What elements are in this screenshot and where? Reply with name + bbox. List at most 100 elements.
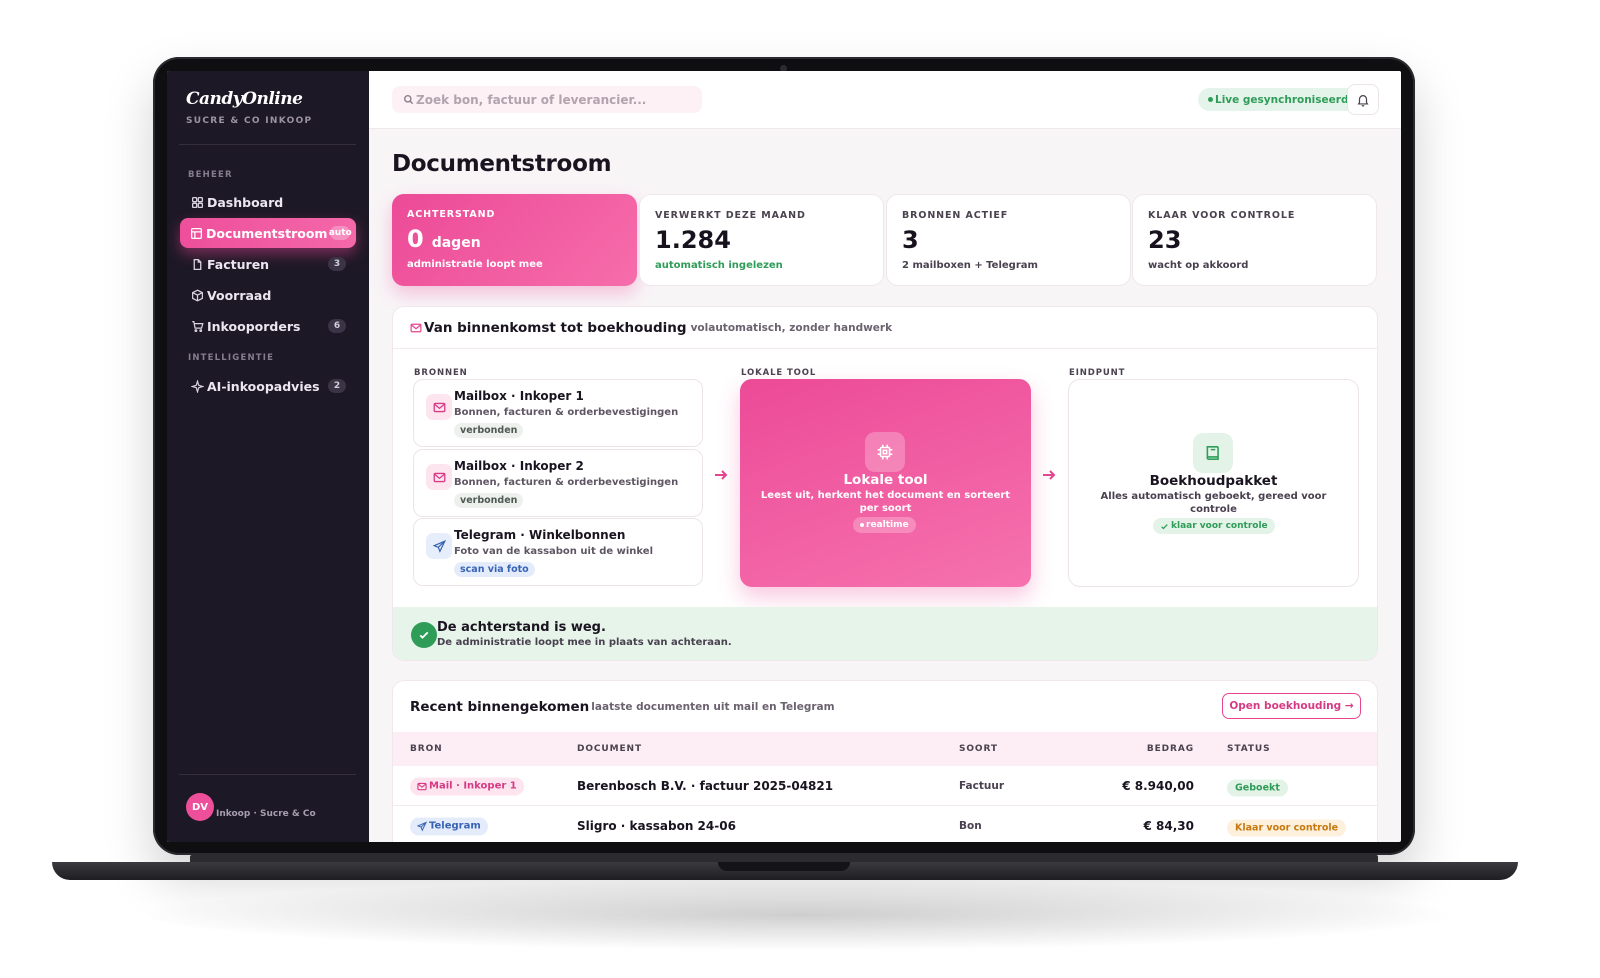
endpoint-status-tag: klaar voor controle [1153, 518, 1275, 534]
amount-cell: € 8.940,00 [1122, 778, 1194, 793]
file-icon [190, 257, 204, 271]
table-row[interactable]: Telegram Sligro · kassabon 24-06 Bon € 8… [393, 806, 1377, 842]
tool-desc: Leest uit, herkent het document en sorte… [760, 490, 1011, 514]
realtime-dot-icon [860, 523, 864, 527]
source-title: Mailbox · Inkoper 2 [454, 459, 584, 473]
sidebar-item-label: Inkooporders [207, 318, 301, 334]
brand-logo[interactable]: CandyOnline [186, 89, 303, 109]
source-cell: Telegram [410, 816, 488, 835]
document-cell: Berenbosch B.V. · factuur 2025-04821 [577, 778, 834, 793]
source-status-tag: scan via foto [454, 562, 535, 577]
success-subtitle: De administratie loopt mee in plaats van… [437, 637, 732, 648]
sidebar-item-label: Facturen [207, 256, 270, 272]
notifications-button[interactable] [1347, 84, 1379, 115]
sidebar-item-ai-inkoopadvies[interactable]: AI-inkoopadvies 2 [180, 371, 356, 401]
main-content: Zoek bon, factuur of leverancier... Live… [369, 71, 1401, 842]
column-header-bedrag[interactable]: BEDRAG [1064, 744, 1194, 754]
box-icon [190, 288, 204, 302]
status-cell: Geboekt [1227, 775, 1288, 796]
kpi-sub: administratie loopt mee [407, 259, 543, 270]
column-header-status[interactable]: STATUS [1227, 744, 1271, 754]
flow-subtitle: volautomatisch, zonder handwerk [690, 321, 893, 334]
column-header-document[interactable]: DOCUMENT [577, 744, 642, 754]
success-title: De achterstand is weg. [437, 620, 606, 635]
local-tool-card[interactable]: Lokale tool Leest uit, herkent het docum… [740, 379, 1031, 587]
kpi-unit: dagen [431, 235, 481, 251]
auto-badge: auto [328, 226, 352, 240]
sidebar-item-documentstroom[interactable]: Documentstroom auto [180, 218, 356, 248]
source-desc: Bonnen, facturen & orderbevestigingen [454, 477, 679, 488]
sidebar-item-inkooporders[interactable]: Inkooporders 6 [180, 311, 356, 341]
table-row[interactable]: Mail · Inkoper 1 Berenbosch B.V. · factu… [393, 766, 1377, 806]
sidebar-item-voorraad[interactable]: Voorraad [180, 280, 356, 310]
recent-documents-card: Recent binnengekomen laatste documenten … [392, 680, 1378, 842]
sidebar-divider [179, 774, 356, 775]
kpi-value: 0 dagen [407, 225, 637, 253]
endpoint-card[interactable]: Boekhoudpakket Alles automatisch geboekt… [1068, 379, 1359, 587]
dashboard-icon [190, 195, 204, 209]
laptop-shadow [150, 880, 1450, 950]
source-card-mailbox-2[interactable]: Mailbox · Inkoper 2 Bonnen, facturen & o… [413, 449, 703, 517]
recent-subtitle: laatste documenten uit mail en Telegram [591, 700, 835, 713]
arrow-right-icon [715, 470, 728, 480]
source-icon [426, 533, 452, 559]
layout-icon [190, 226, 203, 240]
kpi-label: BRONNEN ACTIEF [902, 210, 1009, 221]
sidebar-item-label: Voorraad [207, 287, 272, 303]
kpi-klaar-voor-controle: KLAAR VOOR CONTROLE 23 wacht op akkoord [1132, 194, 1377, 286]
column-header-bron[interactable]: BRON [410, 744, 443, 754]
col-label-lokale-tool: LOKALE TOOL [741, 368, 817, 378]
send-icon [417, 821, 427, 831]
kpi-label: VERWERKT DEZE MAAND [655, 210, 806, 221]
live-dot-icon [1208, 97, 1213, 102]
kpi-sub: automatisch ingelezen [655, 260, 783, 271]
realtime-label: realtime [866, 520, 909, 530]
type-cell: Factuur [959, 779, 1005, 792]
endpoint-title: Boekhoudpakket [1149, 473, 1278, 489]
kpi-label: KLAAR VOOR CONTROLE [1148, 210, 1296, 221]
source-card-mailbox-1[interactable]: Mailbox · Inkoper 1 Bonnen, facturen & o… [413, 379, 703, 447]
col-label-bronnen: BRONNEN [414, 368, 468, 378]
avatar: DV [186, 793, 214, 821]
kpi-value: 23 [1148, 226, 1182, 254]
mail-icon [417, 782, 427, 790]
kpi-value: 1.284 [655, 226, 731, 254]
source-chip-label: Telegram [429, 820, 481, 832]
mail-icon [433, 472, 445, 482]
chip-icon [877, 444, 893, 460]
kpi-verwerkt: VERWERKT DEZE MAAND 1.284 automatisch in… [639, 194, 884, 286]
status-badge: Geboekt [1227, 779, 1288, 796]
kpi-bronnen: BRONNEN ACTIEF 3 2 mailboxen + Telegram [886, 194, 1131, 286]
laptop-notch [718, 862, 850, 871]
open-boekhouding-button[interactable]: Open boekhouding → [1222, 693, 1361, 719]
col-label-eindpunt: EINDPUNT [1069, 368, 1126, 378]
realtime-tag: realtime [853, 517, 916, 533]
stage: CandyOnline SUCRE & CO INKOOP BEHEER Das… [0, 0, 1600, 978]
sparkle-icon [190, 379, 204, 393]
check-circle-icon [411, 622, 437, 648]
arrow-right-icon [1043, 470, 1056, 480]
recent-title: Recent binnengekomen [410, 698, 590, 715]
sidebar-item-facturen[interactable]: Facturen 3 [180, 249, 356, 279]
sidebar-section-intelligentie: INTELLIGENTIE [188, 353, 275, 363]
sidebar-item-dashboard[interactable]: Dashboard [180, 187, 356, 217]
kpi-sub: wacht op akkoord [1148, 260, 1249, 271]
topbar: Zoek bon, factuur of leverancier... Live… [369, 71, 1401, 129]
tool-icon-box [865, 432, 905, 472]
book-icon [1206, 446, 1219, 460]
column-header-soort[interactable]: SOORT [959, 744, 998, 754]
source-card-telegram[interactable]: Telegram · Winkelbonnen Foto van de kass… [413, 518, 703, 586]
user-profile[interactable]: DV Inkoop · Sucre & Co [186, 793, 316, 821]
send-icon [432, 539, 446, 553]
sidebar-item-label: AI-inkoopadvies [207, 378, 320, 394]
flow-card: Van binnenkomst tot boekhouding volautom… [392, 306, 1378, 661]
search-input[interactable]: Zoek bon, factuur of leverancier... [392, 86, 702, 113]
status-cell: Klaar voor controle [1227, 815, 1347, 836]
tool-title: Lokale tool [843, 472, 928, 488]
source-chip: Telegram [410, 817, 488, 835]
sidebar-divider [179, 144, 356, 145]
flow-header: Van binnenkomst tot boekhouding volautom… [393, 307, 1377, 349]
mail-icon [433, 402, 445, 412]
status-badge: Klaar voor controle [1227, 819, 1347, 836]
kpi-number: 0 [407, 225, 424, 253]
